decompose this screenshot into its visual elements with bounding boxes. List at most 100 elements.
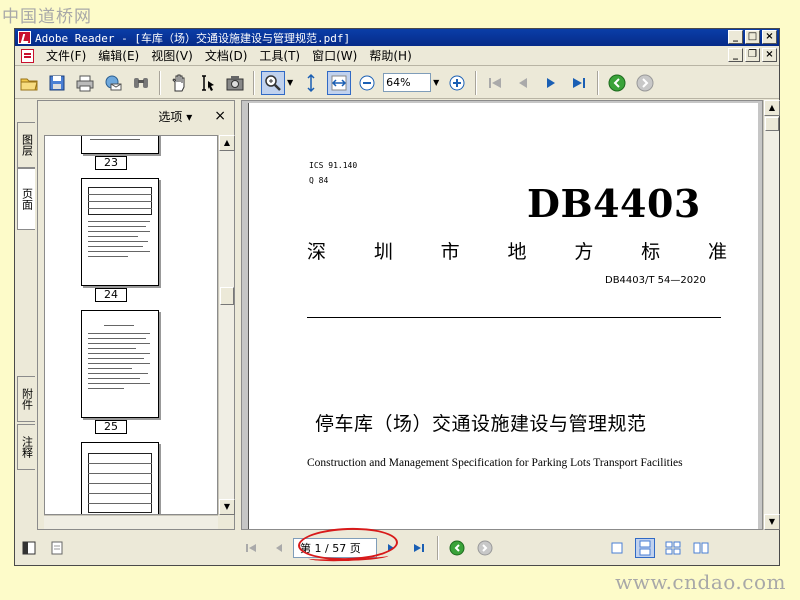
save-icon[interactable] [45,71,69,95]
panel-header: 选项 ▾ × [38,101,234,131]
page-layout-icon[interactable] [47,538,67,558]
adobe-reader-window: Adobe Reader - [车库（场）交通设施建设与管理规范.pdf] _ … [14,28,780,566]
thumbnails-vertical-scrollbar[interactable]: ▲ ▼ [218,135,235,515]
standard-name-char: 标 [641,241,661,263]
page-thumbnail[interactable] [81,178,159,286]
watermark-url: www.cndao.com [615,570,786,594]
status-last-page-icon[interactable] [409,538,429,558]
menu-window[interactable]: 窗口(W) [306,47,363,64]
document-subtitle: Construction and Management Specificatio… [307,457,683,469]
standard-name-char: 市 [440,241,460,263]
zoom-tool-dropdown-icon[interactable]: ▼ [287,78,293,87]
select-text-icon[interactable] [195,71,219,95]
print-icon[interactable] [73,71,97,95]
status-prev-page-icon[interactable] [269,538,289,558]
minimize-button[interactable]: _ [728,30,743,44]
status-back-icon[interactable] [447,538,467,558]
tab-attachments[interactable]: 附件 [17,376,35,422]
zoom-out-minus-icon[interactable] [355,71,379,95]
open-icon[interactable] [17,71,41,95]
scroll-thumb[interactable] [220,287,234,305]
status-first-page-icon[interactable] [241,538,261,558]
status-forward-icon[interactable] [475,538,495,558]
zoom-dropdown-icon[interactable]: ▼ [433,78,439,87]
scroll-down-arrow-icon[interactable]: ▼ [219,499,235,515]
thumbnail-label: 24 [95,288,127,302]
doc-minimize-button[interactable]: _ [728,48,743,62]
q-code: Q 84 [309,176,329,185]
menu-file[interactable]: 文件(F) [40,47,92,64]
toolbar-separator [159,70,161,95]
horizontal-rule [307,317,721,318]
single-page-view-icon[interactable] [607,538,627,558]
snapshot-icon[interactable] [223,71,247,95]
db-code-heading: DB4403 [527,181,701,226]
panel-toggle-icon[interactable] [19,538,39,558]
zoom-level-input[interactable] [383,73,432,92]
standard-name-char: 准 [707,241,727,263]
next-page-icon[interactable] [539,71,563,95]
doc-close-button[interactable]: × [762,48,777,62]
status-separator [437,536,439,560]
document-title: 停车库（场）交通设施建设与管理规范 [315,413,647,435]
close-button[interactable]: × [762,30,777,44]
forward-icon[interactable] [633,71,657,95]
toolbar-separator [475,70,478,95]
menu-view[interactable]: 视图(V) [145,47,199,64]
page-thumbnail[interactable] [81,136,159,154]
page-thumbnail[interactable] [81,310,159,418]
maximize-button[interactable]: □ [745,30,760,44]
thumbnail-label: 25 [95,420,127,434]
hand-icon[interactable] [167,71,191,95]
title-bar[interactable]: Adobe Reader - [车库（场）交通设施建设与管理规范.pdf] _ … [15,29,779,46]
options-menu-button[interactable]: 选项 ▾ [158,108,192,125]
facing-view-icon[interactable] [663,538,683,558]
scroll-up-arrow-icon[interactable]: ▲ [764,100,780,116]
first-page-icon[interactable] [483,71,507,95]
last-page-icon[interactable] [567,71,591,95]
tab-layers[interactable]: 图层 [17,122,35,168]
tab-pages[interactable]: 页面 [17,168,35,230]
zoom-in-icon[interactable] [261,70,285,95]
adobe-reader-logo-icon [18,31,31,44]
standard-name-char: 方 [574,241,594,263]
status-bar: 第 1 / 57 页 [15,531,779,565]
thumbnails-scroll-area[interactable]: 23 24 25 [44,135,218,515]
thumbnails-horizontal-scrollbar[interactable] [44,515,218,529]
menu-help[interactable]: 帮助(H) [363,47,417,64]
toolbar-separator [597,70,600,95]
menu-tools[interactable]: 工具(T) [253,47,306,64]
ics-code: ICS 91.140 [309,161,358,170]
document-view[interactable]: ICS 91.140 Q 84 DB4403 深 圳 市 地 方 标 准 DB4… [241,100,763,530]
document-vertical-scrollbar[interactable]: ▲ ▼ [763,100,780,530]
scroll-down-arrow-icon[interactable]: ▼ [764,514,780,530]
menu-bar: 文件(F) 编辑(E) 视图(V) 文档(D) 工具(T) 窗口(W) 帮助(H… [15,46,779,66]
panel-close-icon[interactable]: × [214,108,226,124]
tab-comments[interactable]: 注释 [17,424,35,470]
email-icon[interactable] [101,71,125,95]
continuous-facing-view-icon[interactable] [691,538,711,558]
pdf-document-icon[interactable] [21,48,34,63]
back-icon[interactable] [605,71,629,95]
prev-page-icon[interactable] [511,71,535,95]
thumbnail-label: 23 [95,156,127,170]
zoom-in-plus-icon[interactable] [445,71,469,95]
scroll-up-arrow-icon[interactable]: ▲ [219,135,235,151]
doc-restore-button[interactable]: ❐ [745,48,760,62]
page-thumbnails-panel: 选项 ▾ × 23 24 25 ▲ ▼ [37,100,235,530]
watermark-logo-text: 中国道桥网 [2,7,92,27]
menu-edit[interactable]: 编辑(E) [92,47,145,64]
fit-width-icon[interactable] [327,70,352,95]
fit-page-icon[interactable] [299,71,323,95]
menu-document[interactable]: 文档(D) [199,47,254,64]
standard-name-char: 地 [507,241,527,263]
page-thumbnail[interactable] [81,442,159,514]
standard-name-char: 深 [307,241,327,263]
side-tab-strip: 图层 页面 附件 注释 [15,100,37,530]
standard-number: DB4403/T 54—2020 [605,275,706,286]
scroll-thumb[interactable] [765,117,779,131]
toolbar-separator [253,70,255,95]
continuous-view-icon[interactable] [635,538,655,558]
standard-name: 深 圳 市 地 方 标 准 [307,237,727,264]
search-icon[interactable] [129,71,153,95]
